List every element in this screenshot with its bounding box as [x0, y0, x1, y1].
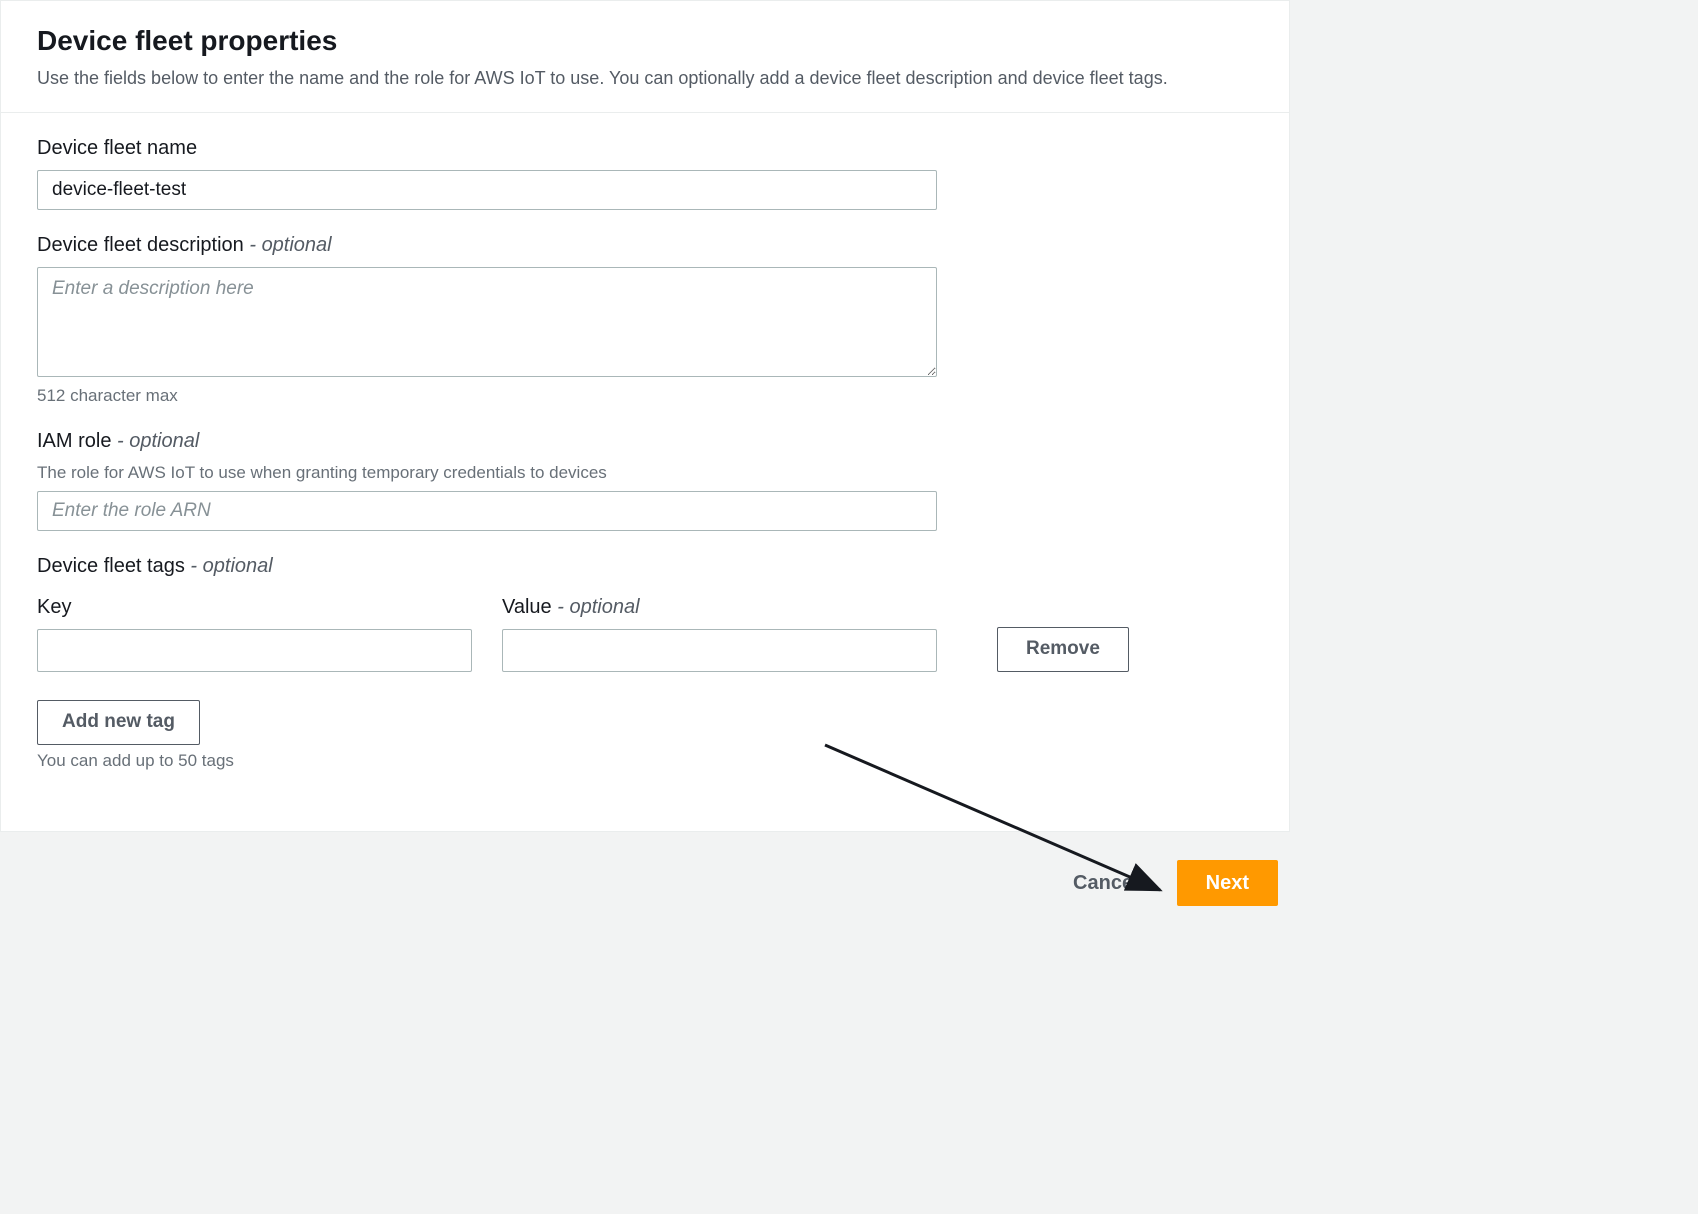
label-tag-value: Valueoptional: [502, 596, 937, 619]
hint-iam-role: The role for AWS IoT to use when grantin…: [37, 463, 1253, 483]
panel-title: Device fleet properties: [37, 25, 1253, 57]
optional-marker: optional: [552, 596, 640, 618]
field-group-description: Device fleet descriptionoptional 512 cha…: [37, 234, 1253, 406]
panel-header: Device fleet properties Use the fields b…: [1, 1, 1289, 113]
input-tag-key[interactable]: [37, 629, 472, 672]
label-device-fleet-name: Device fleet name: [37, 137, 1253, 160]
optional-marker: optional: [185, 555, 273, 577]
panel-subtitle: Use the fields below to enter the name a…: [37, 65, 1253, 92]
label-device-fleet-description: Device fleet descriptionoptional: [37, 234, 1253, 257]
field-group-name: Device fleet name: [37, 137, 1253, 210]
footer-actions: Cancel Next: [0, 832, 1290, 918]
label-tag-key: Key: [37, 596, 472, 619]
input-tag-value[interactable]: [502, 629, 937, 672]
hint-tag-limit: You can add up to 50 tags: [37, 751, 1253, 771]
label-iam-role: IAM roleoptional: [37, 430, 1253, 453]
cancel-button[interactable]: Cancel: [1053, 861, 1159, 905]
panel-body: Device fleet name Device fleet descripti…: [1, 113, 1289, 831]
hint-description-max: 512 character max: [37, 386, 1253, 406]
label-device-fleet-tags: Device fleet tagsoptional: [37, 555, 1253, 578]
label-text-description: Device fleet description: [37, 234, 244, 256]
label-text-tag-value: Value: [502, 596, 552, 618]
label-text-tags: Device fleet tags: [37, 555, 185, 577]
field-group-iam-role: IAM roleoptional The role for AWS IoT to…: [37, 430, 1253, 531]
optional-marker: optional: [244, 234, 332, 256]
label-text-iam-role: IAM role: [37, 430, 111, 452]
next-button[interactable]: Next: [1177, 860, 1278, 906]
optional-marker: optional: [111, 430, 199, 452]
field-group-tags: Device fleet tagsoptional Key Valueoptio…: [37, 555, 1253, 771]
input-iam-role[interactable]: [37, 491, 937, 531]
add-tag-button[interactable]: Add new tag: [37, 700, 200, 745]
input-device-fleet-name[interactable]: [37, 170, 937, 210]
tags-col-key: Key: [37, 596, 472, 672]
tags-col-value: Valueoptional: [502, 596, 937, 672]
remove-tag-button[interactable]: Remove: [997, 627, 1129, 672]
device-fleet-panel: Device fleet properties Use the fields b…: [0, 0, 1290, 832]
tags-row: Key Valueoptional Remove: [37, 596, 1253, 672]
textarea-device-fleet-description[interactable]: [37, 267, 937, 377]
